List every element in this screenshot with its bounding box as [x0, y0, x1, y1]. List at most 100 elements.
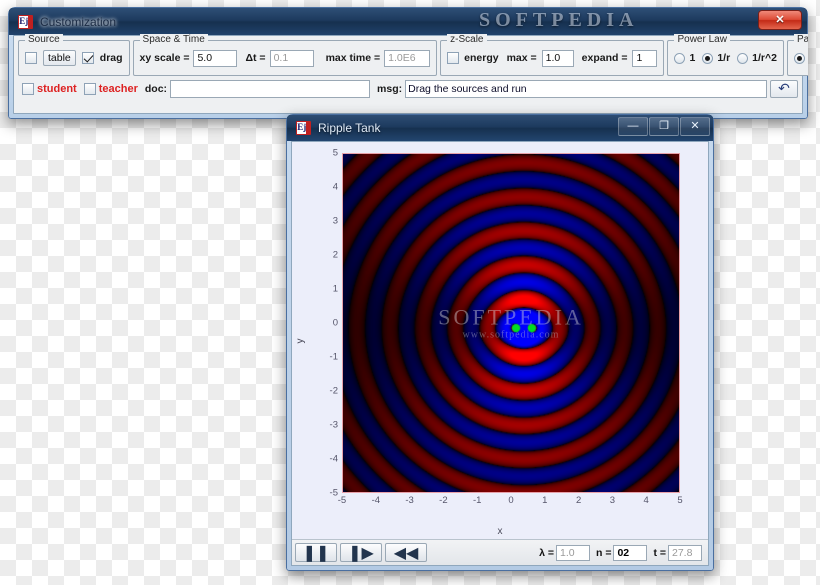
y-tick-label: -1 — [329, 351, 338, 363]
ripple-tank-window: Ejs Ripple Tank — ❐ ✕ y 5 4 3 2 1 0 -1 -2 -3 -4 -5… — [286, 114, 714, 571]
label-energy: energy — [464, 52, 499, 64]
checkbox-teacher[interactable] — [83, 83, 96, 95]
group-space-time-legend: Space & Time — [139, 34, 208, 45]
group-palette: Palette R/B B/W — [786, 34, 808, 76]
input-zmax[interactable]: 1.0 — [541, 49, 574, 67]
y-tick-label: -4 — [329, 453, 338, 465]
msg-input[interactable]: Drag the sources and run — [405, 80, 767, 98]
x-tick-label: 0 — [508, 495, 514, 506]
group-source-legend: Source — [25, 34, 63, 45]
pause-button[interactable]: ❚❚ — [295, 543, 337, 562]
x-axis-ticks: -5 -4 -3 -2 -1 0 1 2 3 4 5 — [338, 495, 683, 509]
label-expand: expand = — [581, 52, 628, 64]
minimize-icon[interactable]: — — [618, 117, 648, 136]
customization-window: Ejs Customization SOFTPEDIA ✕ Source tab… — [8, 7, 808, 119]
y-axis-ticks: 5 4 3 2 1 0 -1 -2 -3 -4 -5 — [306, 148, 338, 499]
t-label: t = — [653, 546, 666, 559]
reset-button[interactable]: ◀◀ — [385, 543, 427, 562]
y-tick-label: -5 — [329, 487, 338, 499]
ejs-app-icon-ripple: Ejs — [296, 121, 311, 135]
step-button[interactable]: ❚▶ — [340, 543, 382, 562]
softpedia-watermark-titlebar: SOFTPEDIA — [479, 9, 639, 31]
label-msg: msg: — [377, 83, 403, 95]
doc-input[interactable] — [170, 80, 371, 98]
input-dt[interactable]: 0.1 — [269, 49, 314, 67]
radio-power-1-over-r2[interactable] — [737, 52, 749, 64]
checkbox-student[interactable] — [22, 83, 34, 95]
label-dt: Δt = — [245, 52, 266, 64]
wave-field-canvas-wrap[interactable]: SOFTPEDIA www.softpedia.com — [342, 153, 680, 493]
playback-toolbar: ❚❚ ❚▶ ◀◀ λ = 1.0 n = 02 t = 27.8 — [292, 539, 708, 565]
x-tick-label: -2 — [439, 495, 448, 506]
close-button[interactable]: ✕ — [758, 10, 802, 30]
label-zmax: max = — [506, 52, 537, 64]
customization-title: Customization — [40, 14, 117, 29]
lambda-value[interactable]: 1.0 — [555, 544, 590, 561]
x-tick-label: 3 — [609, 495, 616, 506]
x-axis-label: x — [497, 526, 503, 537]
label-max-time: max time = — [325, 52, 381, 64]
t-value[interactable]: 27.8 — [668, 544, 702, 561]
customization-titlebar[interactable]: Ejs Customization SOFTPEDIA ✕ — [9, 8, 807, 35]
group-palette-legend: Palette — [793, 34, 808, 45]
y-tick-label: 5 — [332, 147, 338, 159]
y-axis-label: y — [295, 338, 306, 343]
x-tick-label: 5 — [677, 495, 683, 506]
wave-field-canvas[interactable] — [343, 154, 679, 492]
label-table[interactable]: table — [43, 50, 76, 66]
ejs-app-icon: Ejs — [18, 14, 33, 29]
x-tick-label: -5 — [337, 495, 347, 506]
lambda-label: λ = — [539, 546, 554, 559]
y-tick-label: 2 — [332, 249, 338, 261]
n-label: n = — [595, 546, 612, 559]
y-tick-label: 1 — [332, 283, 338, 295]
n-field: n = 02 — [595, 544, 648, 561]
y-tick-label: 3 — [332, 215, 338, 227]
y-tick-label: 4 — [332, 181, 338, 193]
radio-palette-rb[interactable] — [793, 52, 805, 64]
customization-panel: Source table drag Space & Time xy scale … — [13, 34, 808, 114]
radio-power-1-over-r[interactable] — [702, 52, 714, 64]
group-z-scale-legend: z-Scale — [447, 34, 487, 45]
y-tick-label: -3 — [329, 419, 338, 431]
x-tick-label: -3 — [405, 495, 414, 506]
close-icon[interactable]: ✕ — [680, 117, 710, 136]
ripple-tank-frame: Ejs Ripple Tank — ❐ ✕ y 5 4 3 2 1 0 -1 -2 -3 -4 -5… — [286, 114, 714, 571]
y-tick-label: -2 — [329, 385, 338, 397]
x-tick-label: 2 — [575, 495, 582, 506]
group-power-law: Power Law 1 1/r 1/r^2 — [667, 34, 784, 76]
label-xy-scale: xy scale = — [139, 52, 190, 64]
settings-row: Source table drag Space & Time xy scale … — [18, 34, 808, 76]
checkbox-drag[interactable] — [81, 52, 94, 64]
group-power-law-legend: Power Law — [674, 34, 730, 45]
customization-frame: Ejs Customization SOFTPEDIA ✕ Source tab… — [8, 7, 808, 119]
radio-power-1[interactable] — [674, 52, 686, 64]
input-xy-scale[interactable]: 5.0 — [193, 49, 238, 67]
input-max-time[interactable]: 1.0E6 — [384, 49, 431, 67]
x-tick-label: 4 — [643, 495, 649, 506]
ripple-body: y 5 4 3 2 1 0 -1 -2 -3 -4 -5 -5 -4 -3 -2 -1 0 1 2 3 4 5 x SO… — [291, 141, 709, 566]
ripple-title: Ripple Tank — [318, 121, 381, 135]
y-tick-label: 0 — [332, 317, 338, 329]
t-field: t = 27.8 — [653, 544, 702, 561]
checkbox-energy[interactable] — [447, 52, 460, 64]
label-power-1-over-r: 1/r — [717, 52, 731, 64]
n-value[interactable]: 02 — [613, 544, 648, 561]
group-z-scale: z-Scale energy max = 1.0 expand = 1 — [440, 34, 665, 76]
lambda-field: λ = 1.0 — [539, 544, 590, 561]
maximize-icon[interactable]: ❐ — [649, 117, 679, 136]
group-source: Source table drag — [18, 34, 130, 76]
label-power-1: 1 — [689, 52, 696, 64]
input-expand[interactable]: 1 — [632, 49, 658, 67]
window-controls: — ❐ ✕ — [618, 117, 710, 136]
x-tick-label: -4 — [371, 495, 381, 506]
ripple-titlebar[interactable]: Ejs Ripple Tank — ❐ ✕ — [287, 115, 713, 141]
checkbox-table[interactable] — [25, 52, 37, 64]
label-drag: drag — [99, 52, 123, 64]
x-tick-label: -1 — [472, 495, 482, 506]
label-doc: doc: — [144, 83, 168, 95]
wave-plot: y 5 4 3 2 1 0 -1 -2 -3 -4 -5 -5 -4 -3 -2 -1 0 1 2 3 4 5 x SO… — [292, 142, 708, 539]
undo-icon[interactable]: ↶ — [770, 80, 798, 98]
group-space-time: Space & Time xy scale = 5.0 Δt = 0.1 max… — [132, 34, 438, 76]
label-power-1-over-r2: 1/r^2 — [752, 52, 777, 64]
